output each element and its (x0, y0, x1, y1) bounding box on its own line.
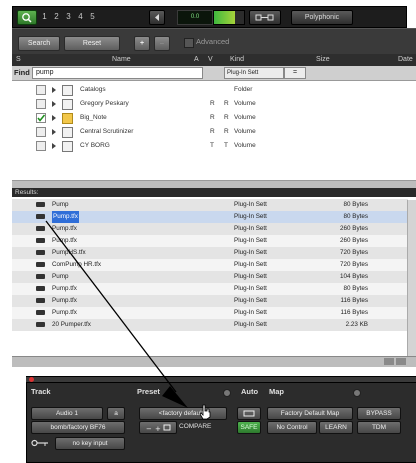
hand-cursor-icon (199, 404, 211, 420)
annotation-arrow (45, 220, 188, 408)
arrowhead-icon (162, 386, 188, 408)
